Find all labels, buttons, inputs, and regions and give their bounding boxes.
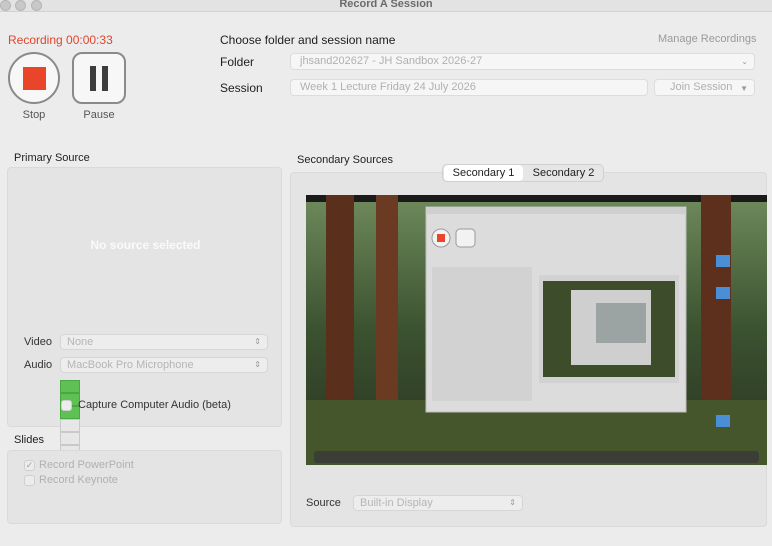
audio-label: Audio <box>24 359 53 371</box>
primary-source-placeholder: No source selected <box>90 238 201 252</box>
video-label: Video <box>24 336 52 348</box>
pause-button[interactable] <box>72 52 126 104</box>
audio-level-meter <box>60 380 268 510</box>
screen-preview-image <box>306 195 767 465</box>
capture-audio-checkbox[interactable] <box>61 400 72 411</box>
source-value: Built-in Display <box>360 497 433 509</box>
chevron-down-icon: ⌄ <box>741 57 748 66</box>
record-keynote-label: Record Keynote <box>39 474 118 486</box>
session-header: Choose folder and session name <box>220 33 396 47</box>
source-label: Source <box>306 497 341 509</box>
join-session-label: Join Session <box>670 81 733 93</box>
chevron-down-icon: ▼ <box>740 84 748 93</box>
pause-label: Pause <box>83 109 115 121</box>
folder-value: jhsand202627 - JH Sandbox 2026-27 <box>300 55 483 67</box>
recording-status: Recording 00:00:33 <box>8 33 113 47</box>
updown-chevron-icon: ⇕ <box>254 337 261 346</box>
secondary-tabs: Secondary 1 Secondary 2 <box>442 164 604 182</box>
audio-value: MacBook Pro Microphone <box>67 359 194 371</box>
video-value: None <box>67 336 94 348</box>
manage-recordings-link[interactable]: Manage Recordings <box>658 33 756 45</box>
record-keynote-checkbox[interactable] <box>24 475 35 486</box>
capture-audio-label: Capture Computer Audio (beta) <box>78 399 231 411</box>
secondary-sources-title: Secondary Sources <box>297 154 393 166</box>
video-select[interactable]: None ⇕ <box>60 334 268 350</box>
stop-label: Stop <box>22 109 46 121</box>
folder-select[interactable]: jhsand202627 - JH Sandbox 2026-27 ⌄ <box>290 53 755 70</box>
audio-select[interactable]: MacBook Pro Microphone ⇕ <box>60 357 268 373</box>
updown-chevron-icon: ⇕ <box>509 498 516 507</box>
window-title: Record A Session <box>339 0 433 10</box>
session-input[interactable]: Week 1 Lecture Friday 24 July 2026 <box>290 79 648 96</box>
stop-icon <box>23 67 46 90</box>
join-session-button[interactable]: Join Session ▼ <box>654 79 755 96</box>
session-value: Week 1 Lecture Friday 24 July 2026 <box>300 81 476 93</box>
stop-button[interactable] <box>8 52 60 104</box>
record-powerpoint-label: Record PowerPoint <box>39 459 134 471</box>
slides-title: Slides <box>14 434 44 446</box>
record-powerpoint-checkbox[interactable]: ✓ <box>24 460 35 471</box>
screen-preview <box>306 195 767 465</box>
tab-secondary-1[interactable]: Secondary 1 <box>444 165 523 181</box>
folder-label: Folder <box>220 55 255 69</box>
primary-source-title: Primary Source <box>14 152 90 164</box>
source-select[interactable]: Built-in Display ⇕ <box>353 495 523 511</box>
updown-chevron-icon: ⇕ <box>254 360 261 369</box>
tab-secondary-2[interactable]: Secondary 2 <box>524 165 603 181</box>
session-label: Session <box>220 81 263 95</box>
